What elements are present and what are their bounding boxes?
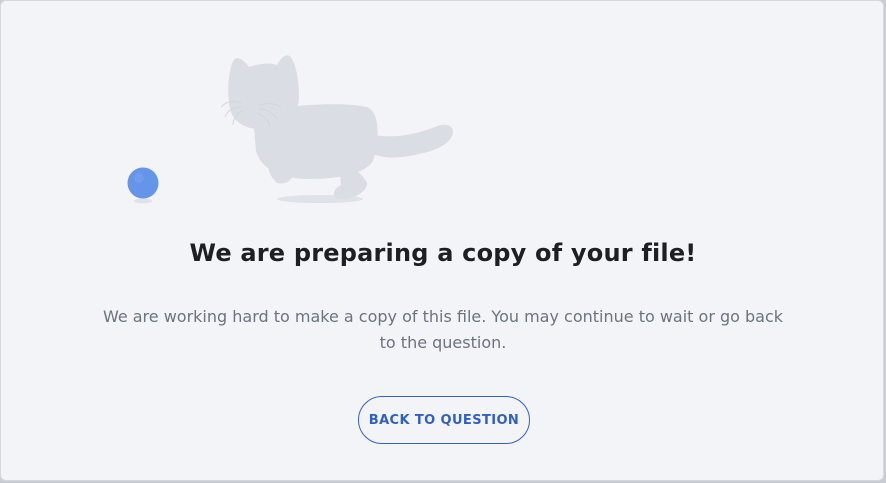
ball-icon	[127, 167, 159, 199]
dialog-message: We are working hard to make a copy of th…	[102, 307, 784, 352]
dialog-title: We are preparing a copy of your file!	[189, 239, 697, 267]
copy-file-dialog: We are preparing a copy of your file! We…	[0, 0, 884, 481]
ball-shadow	[134, 198, 152, 204]
cat-icon	[228, 55, 454, 199]
back-to-question-button[interactable]: BACK TO QUESTION	[358, 396, 530, 444]
cat-chasing-ball-illustration	[127, 55, 454, 204]
